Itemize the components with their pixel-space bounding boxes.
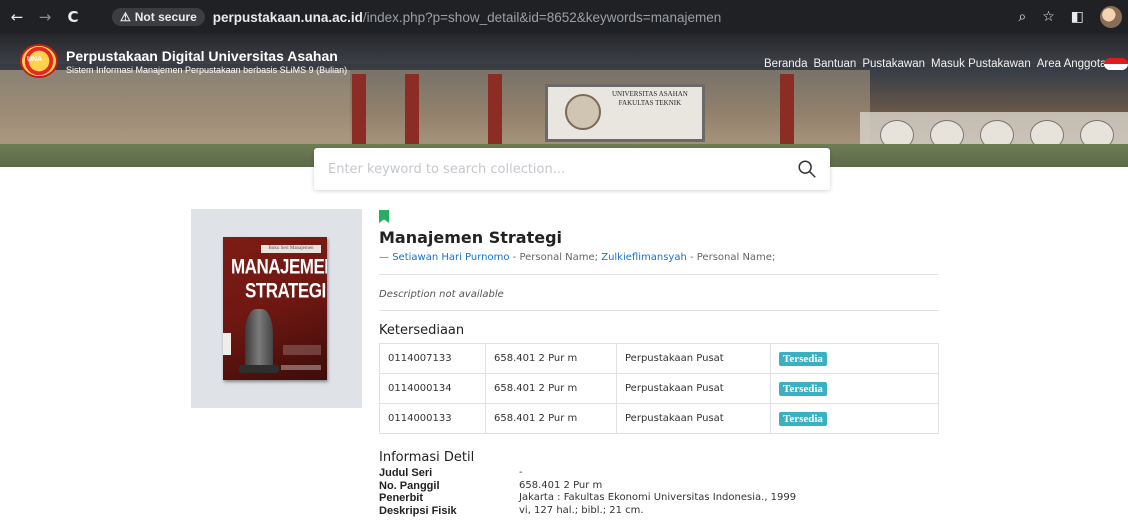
bookmark-icon[interactable]: [379, 210, 389, 223]
cover-title-line2: STRATEGI: [245, 278, 326, 303]
author-role-1: - Personal Name;: [509, 252, 602, 263]
banner-seal: [565, 94, 601, 130]
status-badge: Tersedia: [779, 381, 827, 396]
nav-beranda[interactable]: Beranda: [764, 58, 807, 70]
language-flag-icon[interactable]: [1104, 58, 1128, 70]
divider: [379, 274, 939, 275]
back-icon[interactable]: ←: [6, 6, 28, 28]
details-heading: Informasi Detil: [379, 450, 475, 465]
chess-knight-illustration: [245, 309, 273, 371]
table-row: 0114007133 658.401 2 Pur m Perpustakaan …: [379, 343, 939, 374]
item-code: 0114007133: [379, 343, 486, 374]
profile-avatar[interactable]: [1100, 6, 1122, 28]
author-link-2[interactable]: Zulkieflimansyah: [601, 252, 687, 263]
item-code: 0114000134: [379, 373, 486, 404]
detail-label: Penerbit: [379, 492, 424, 504]
book-title: Manajemen Strategi: [379, 228, 563, 247]
nav-masuk-pustakawan[interactable]: Masuk Pustakawan: [931, 58, 1031, 70]
book-cover-image: Buku Seri Manajemen MANAJEMEN STRATEGI: [223, 237, 327, 380]
cover-series-label: Buku Seri Manajemen: [261, 245, 321, 253]
author-role-2: - Personal Name;: [686, 252, 776, 263]
url-path: /index.php?p=show_detail&id=8652&keyword…: [362, 9, 722, 25]
detail-row: No. Panggil 658.401 2 Pur m: [379, 480, 796, 493]
status-badge: Tersedia: [779, 351, 827, 366]
cover-spine-label: [223, 333, 231, 355]
detail-value: -: [519, 467, 523, 478]
cover-authors-block: [283, 345, 321, 355]
call-number: 658.401 2 Pur m: [485, 373, 617, 404]
address-bar[interactable]: ⚠ Not secure perpustakaan.una.ac.id /ind…: [104, 4, 994, 30]
details-list: Judul Seri - No. Panggil 658.401 2 Pur m…: [379, 467, 796, 517]
availability-table: 0114007133 658.401 2 Pur m Perpustakaan …: [379, 343, 939, 434]
detail-value: Jakarta : Fakultas Ekonomi Universitas I…: [519, 492, 797, 503]
side-panel-icon[interactable]: ◧: [1071, 9, 1084, 25]
location: Perpustakaan Pusat: [616, 403, 771, 434]
site-title[interactable]: Perpustakaan Digital Universitas Asahan: [66, 48, 338, 64]
cover-publisher-block: [281, 365, 321, 370]
chess-piece-base: [239, 365, 279, 373]
search-input[interactable]: [328, 161, 788, 177]
security-indicator[interactable]: ⚠ Not secure: [112, 8, 205, 26]
site-logo-text: UNA: [27, 56, 43, 63]
status-cell: Tersedia: [770, 403, 939, 434]
table-row: 0114000133 658.401 2 Pur m Perpustakaan …: [379, 403, 939, 434]
detail-row: Penerbit Jakarta : Fakultas Ekonomi Univ…: [379, 492, 796, 505]
reload-icon[interactable]: C: [62, 6, 84, 28]
status-badge: Tersedia: [779, 411, 827, 426]
item-code: 0114000133: [379, 403, 486, 434]
nav-pustakawan[interactable]: Pustakawan: [862, 58, 925, 70]
authors-prefix: —: [379, 252, 393, 263]
location: Perpustakaan Pusat: [616, 373, 771, 404]
zoom-icon[interactable]: ⌕: [1018, 9, 1026, 25]
site-subtitle: Sistem Informasi Manajemen Perpustakaan …: [66, 65, 348, 75]
detail-label: Deskripsi Fisik: [379, 504, 457, 517]
call-number: 658.401 2 Pur m: [485, 403, 617, 434]
detail-row: Judul Seri -: [379, 467, 796, 480]
warning-icon: ⚠: [120, 10, 131, 24]
search-icon[interactable]: [796, 158, 818, 180]
divider: [379, 310, 939, 311]
detail-label: Judul Seri: [379, 467, 433, 479]
author-link-1[interactable]: Setiawan Hari Purnomo: [392, 252, 509, 263]
detail-value: vi, 127 hal.; bibl.; 21 cm.: [519, 504, 644, 516]
detail-value: 658.401 2 Pur m: [519, 479, 603, 491]
browser-toolbar: ← → C ⚠ Not secure perpustakaan.una.ac.i…: [0, 0, 1128, 34]
status-cell: Tersedia: [770, 343, 939, 374]
cover-title-line1: MANAJEMEN: [231, 254, 327, 279]
detail-row: Deskripsi Fisik vi, 127 hal.; bibl.; 21 …: [379, 505, 796, 518]
status-cell: Tersedia: [770, 373, 939, 404]
nav-area-anggota[interactable]: Area Anggota: [1037, 58, 1107, 70]
bookmark-star-icon[interactable]: ☆: [1042, 9, 1055, 25]
forward-icon[interactable]: →: [34, 6, 56, 28]
authors-line: — Setiawan Hari Purnomo - Personal Name;…: [379, 252, 775, 263]
call-number: 658.401 2 Pur m: [485, 343, 617, 374]
top-navigation: Beranda Bantuan Pustakawan Masuk Pustaka…: [764, 58, 1106, 70]
url-host: perpustakaan.una.ac.id: [212, 9, 363, 25]
nav-bantuan[interactable]: Bantuan: [813, 58, 856, 70]
security-label: Not secure: [134, 10, 197, 24]
location: Perpustakaan Pusat: [616, 343, 771, 374]
detail-label: No. Panggil: [379, 479, 440, 492]
search-box: [314, 148, 830, 190]
availability-heading: Ketersediaan: [379, 323, 465, 338]
book-description: Description not available: [379, 289, 504, 300]
browser-actions: ⌕ ☆ ◧: [1018, 6, 1122, 28]
banner-sign-text: UNIVERSITAS ASAHAN FAKULTAS TEKNIK: [612, 90, 688, 107]
table-row: 0114000134 658.401 2 Pur m Perpustakaan …: [379, 373, 939, 404]
